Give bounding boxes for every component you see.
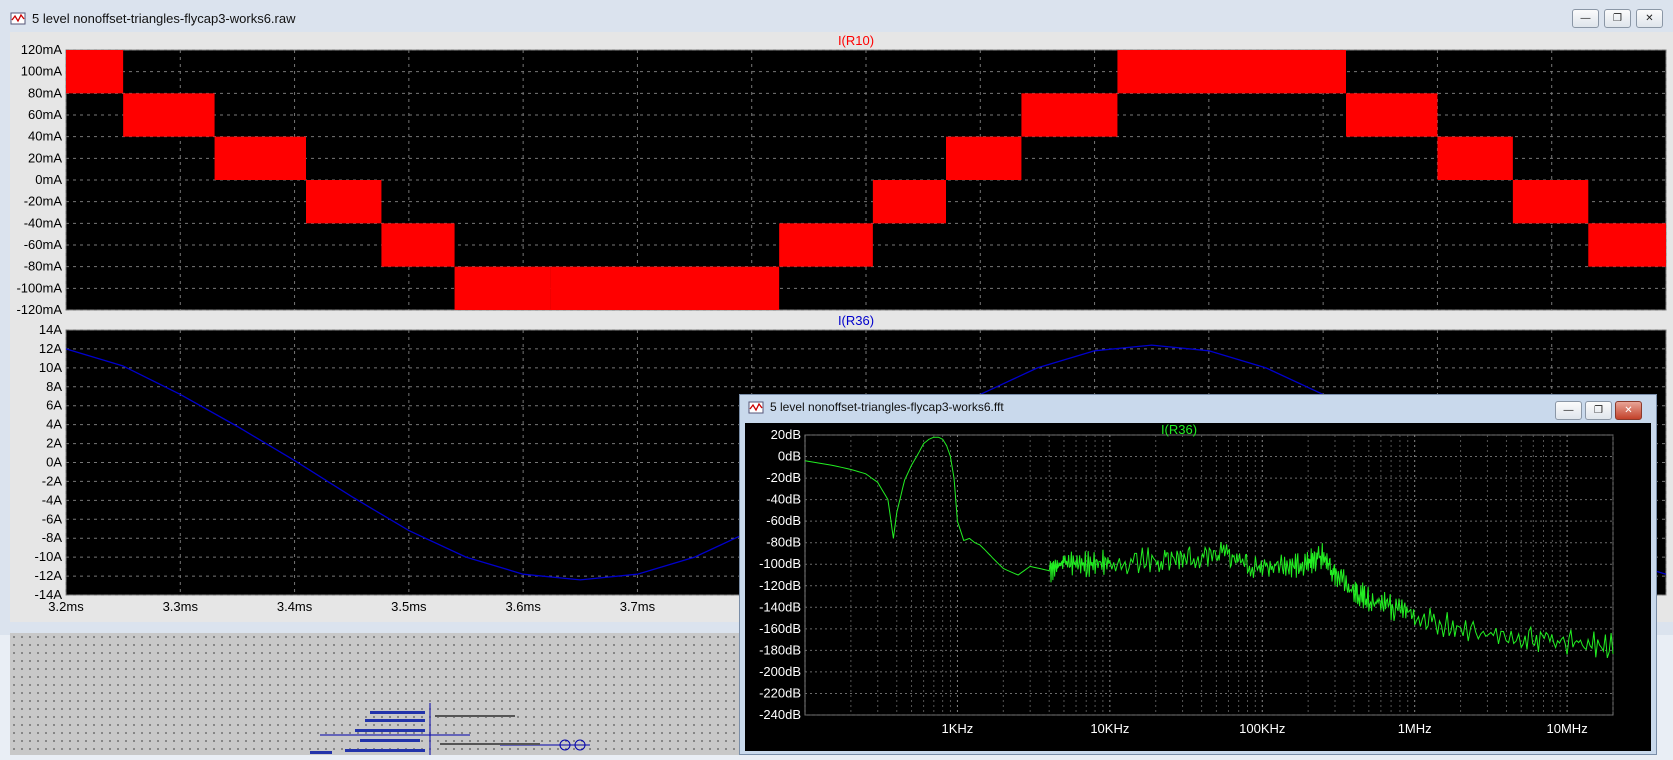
pane2-y-tick: 4A: [46, 417, 62, 432]
pane1-y-tick: -60mA: [24, 237, 63, 252]
fft-y-tick: -180dB: [759, 642, 801, 657]
pane1-y-tick: 40mA: [28, 129, 62, 144]
fft-y-tick: -220dB: [759, 685, 801, 700]
fft-plot[interactable]: [804, 434, 1614, 716]
pane2-y-tick: 0A: [46, 455, 62, 470]
fft-y-tick: -200dB: [759, 664, 801, 679]
fft-y-tick: -240dB: [759, 707, 801, 722]
pane1-y-tick: 100mA: [21, 64, 63, 79]
pane2-y-tick: -2A: [42, 473, 63, 488]
fft-y-tick: 20dB: [771, 427, 801, 442]
pane1-pwm-block: [1117, 50, 1346, 94]
fft-y-tick: -60dB: [766, 513, 801, 528]
fft-plot-frame: I(R36) 20dB 0dB -20dB -40dB -60dB -80dB -100dB…: [745, 422, 1651, 751]
pane2-x-tick: 3.4ms: [277, 599, 313, 614]
main-window-titlebar[interactable]: 5 level nonoffset-triangles-flycap3-work…: [0, 0, 1673, 36]
pane1-pwm-block: [214, 136, 306, 180]
pane1-pwm-block: [1021, 93, 1118, 137]
pane1-pwm-block: [123, 93, 215, 137]
pane1-trace-label[interactable]: I(R10): [838, 33, 874, 48]
fft-y-tick: 0dB: [778, 449, 801, 464]
pane1-pwm-block: [1588, 223, 1666, 267]
fft-trace-label[interactable]: I(R36): [1161, 422, 1197, 437]
pane1-pwm-block: [1437, 136, 1513, 180]
pane2-x-tick: 3.5ms: [391, 599, 427, 614]
pane2-y-tick: -12A: [35, 568, 63, 583]
pane1-pwm-block: [872, 180, 946, 224]
pane2-y-tick: 12A: [39, 341, 62, 356]
fft-window-titlebar[interactable]: 5 level nonoffset-triangles-flycap3-work…: [740, 395, 1656, 419]
fft-y-tick: -80dB: [766, 535, 801, 550]
pane1-pwm-block: [1346, 93, 1438, 137]
pane1-y-tick: 120mA: [21, 42, 63, 57]
main-maximize-button[interactable]: ❐: [1604, 9, 1631, 28]
pane2-x-tick: 3.7ms: [620, 599, 656, 614]
pane2-y-tick: 10A: [39, 360, 62, 375]
pane1-pwm-block: [779, 223, 873, 267]
pane1-y-tick: 0mA: [35, 172, 62, 187]
fft-minimize-button[interactable]: —: [1555, 401, 1582, 420]
pane1-pwm-block: [381, 223, 455, 267]
pane2-y-tick: 8A: [46, 379, 62, 394]
ltspice-icon: [748, 401, 764, 414]
fft-x-tick: 10KHz: [1090, 721, 1129, 736]
fft-close-button[interactable]: ✕: [1615, 401, 1642, 420]
fft-window: 5 level nonoffset-triangles-flycap3-work…: [739, 394, 1657, 755]
pane2-x-tick: 3.3ms: [163, 599, 199, 614]
fft-y-tick: -20dB: [766, 470, 801, 485]
pane2-x-tick: 3.2ms: [48, 599, 84, 614]
schematic-drawing: [310, 703, 590, 755]
fft-y-tick: -120dB: [759, 578, 801, 593]
main-minimize-button[interactable]: —: [1572, 9, 1599, 28]
pane1-y-tick: 80mA: [28, 85, 62, 100]
pane1-pwm-block: [1512, 180, 1589, 224]
pane1-y-tick: -80mA: [24, 259, 63, 274]
pane2-y-tick: 2A: [46, 436, 62, 451]
ltspice-icon: [10, 12, 26, 25]
pane2-trace-label[interactable]: I(R36): [838, 313, 874, 328]
schematic-window[interactable]: [10, 633, 740, 755]
pane2-x-tick: 3.6ms: [505, 599, 541, 614]
pane1-y-tick: 20mA: [28, 150, 62, 165]
main-close-button[interactable]: ✕: [1636, 9, 1663, 28]
fft-window-title: 5 level nonoffset-triangles-flycap3-work…: [770, 400, 1004, 414]
pane1-y-tick: -40mA: [24, 215, 63, 230]
pane2-y-tick: 14A: [39, 322, 62, 337]
pane1-y-tick: 60mA: [28, 107, 62, 122]
fft-x-tick: 10MHz: [1547, 721, 1588, 736]
pane2-y-tick: -10A: [35, 549, 63, 564]
pane2-y-tick: -8A: [42, 530, 63, 545]
pane1-y-tick: -20mA: [24, 194, 63, 209]
pane1-pwm-block: [946, 136, 1022, 180]
fft-x-tick: 100KHz: [1239, 721, 1285, 736]
pane1-y-tick: -120mA: [16, 302, 62, 317]
main-window-title: 5 level nonoffset-triangles-flycap3-work…: [32, 10, 296, 26]
pane2-y-tick: 6A: [46, 398, 62, 413]
pane1-y-tick: -100mA: [16, 280, 62, 295]
pane2-y-tick: -4A: [42, 492, 63, 507]
pane1-pwm-block: [454, 266, 551, 310]
pane1-pwm-block: [66, 50, 124, 94]
fft-x-tick: 1MHz: [1398, 721, 1432, 736]
fft-x-tick: 1KHz: [942, 721, 974, 736]
fft-y-tick: -100dB: [759, 556, 801, 571]
fft-svg[interactable]: I(R36) 20dB 0dB -20dB -40dB -60dB -80dB -100dB…: [745, 422, 1651, 751]
pane2-y-tick: -6A: [42, 511, 63, 526]
fft-maximize-button[interactable]: ❐: [1585, 401, 1612, 420]
pane1-pwm-block: [550, 266, 780, 310]
fft-y-tick: -160dB: [759, 621, 801, 636]
fft-y-tick: -40dB: [766, 492, 801, 507]
fft-y-tick: -140dB: [759, 599, 801, 614]
pane1-pwm-block: [306, 180, 382, 224]
